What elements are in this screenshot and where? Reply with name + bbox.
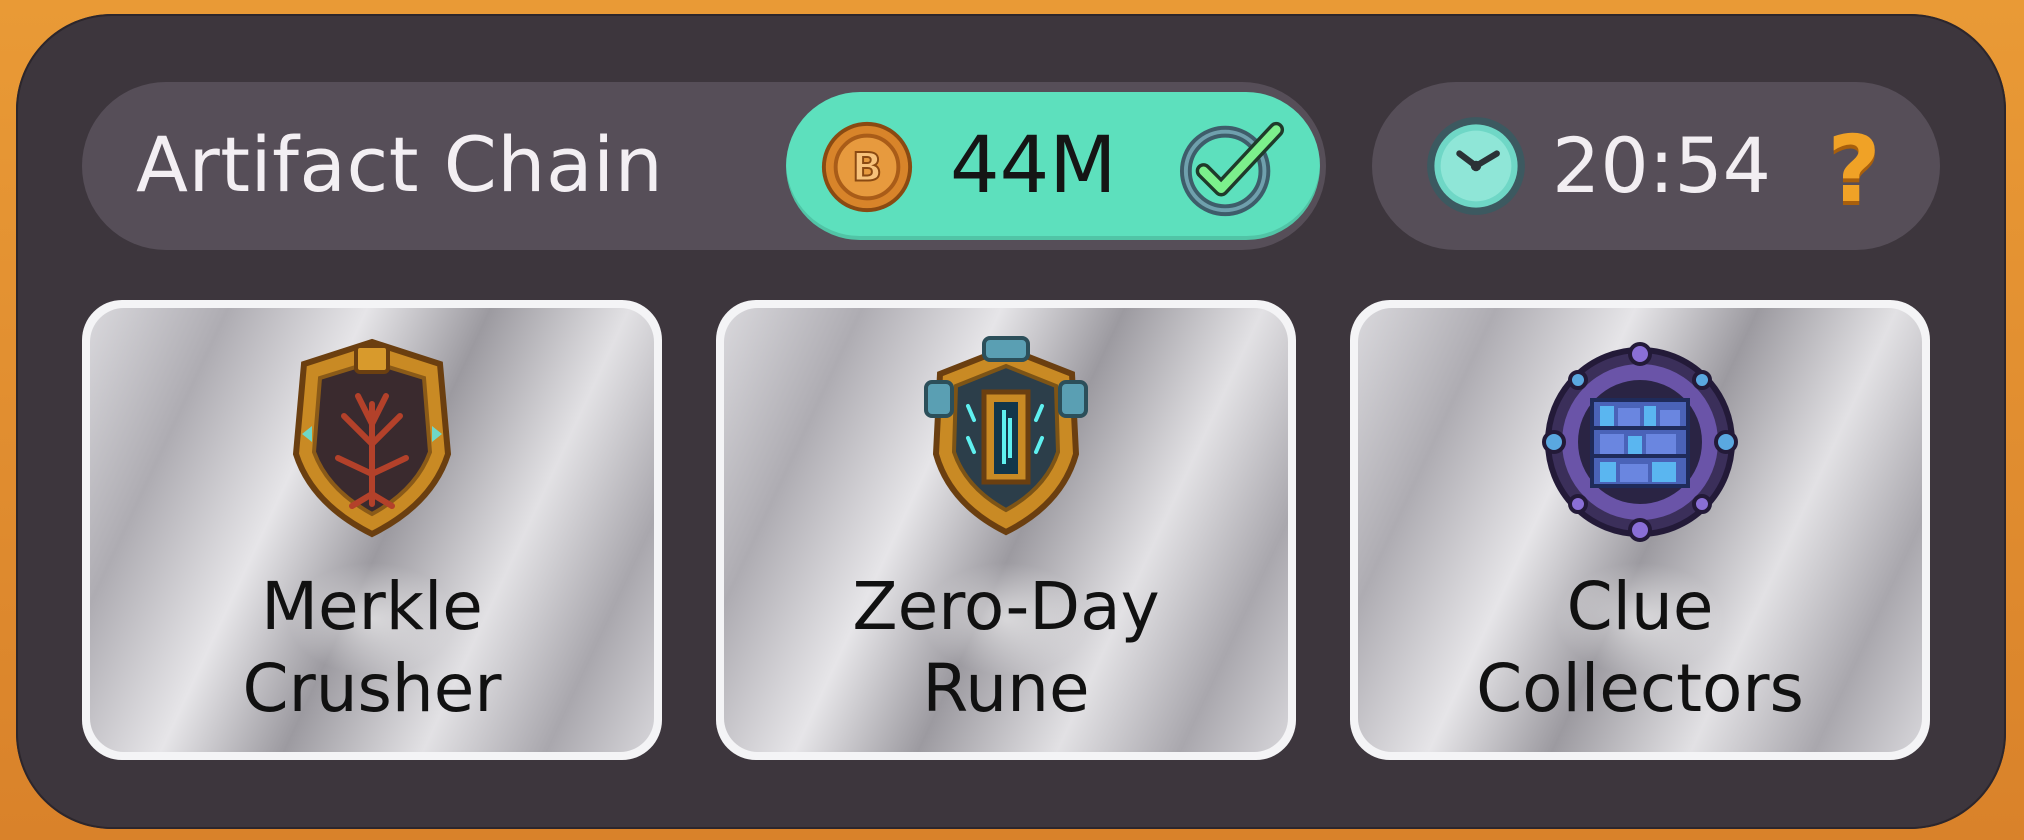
card-background: Zero-Day Rune [724, 308, 1288, 752]
check-icon [1179, 121, 1285, 217]
page-title: Artifact Chain [136, 120, 664, 209]
card-label: Zero-Day Rune [852, 568, 1160, 727]
card-clue-collectors[interactable]: Clue Collectors [1350, 300, 1930, 760]
card-background: Clue Collectors [1358, 308, 1922, 752]
card-label: Clue Collectors [1476, 568, 1804, 727]
card-background: Merkle Crusher [90, 308, 654, 752]
coin-icon: B [821, 121, 913, 213]
question-icon[interactable]: ? [1816, 118, 1892, 222]
bookshelf-badge-icon [1542, 342, 1738, 542]
card-merkle-crusher[interactable]: Merkle Crusher [82, 300, 662, 760]
svg-text:B: B [852, 146, 882, 191]
timer-value: 20:54 [1552, 121, 1772, 210]
portal-shield-icon [924, 336, 1088, 536]
clock-icon [1427, 117, 1525, 215]
tree-shield-icon [292, 338, 452, 538]
card-label: Merkle Crusher [242, 568, 502, 727]
currency-value: 44M [950, 121, 1117, 211]
card-zero-day-rune[interactable]: Zero-Day Rune [716, 300, 1296, 760]
